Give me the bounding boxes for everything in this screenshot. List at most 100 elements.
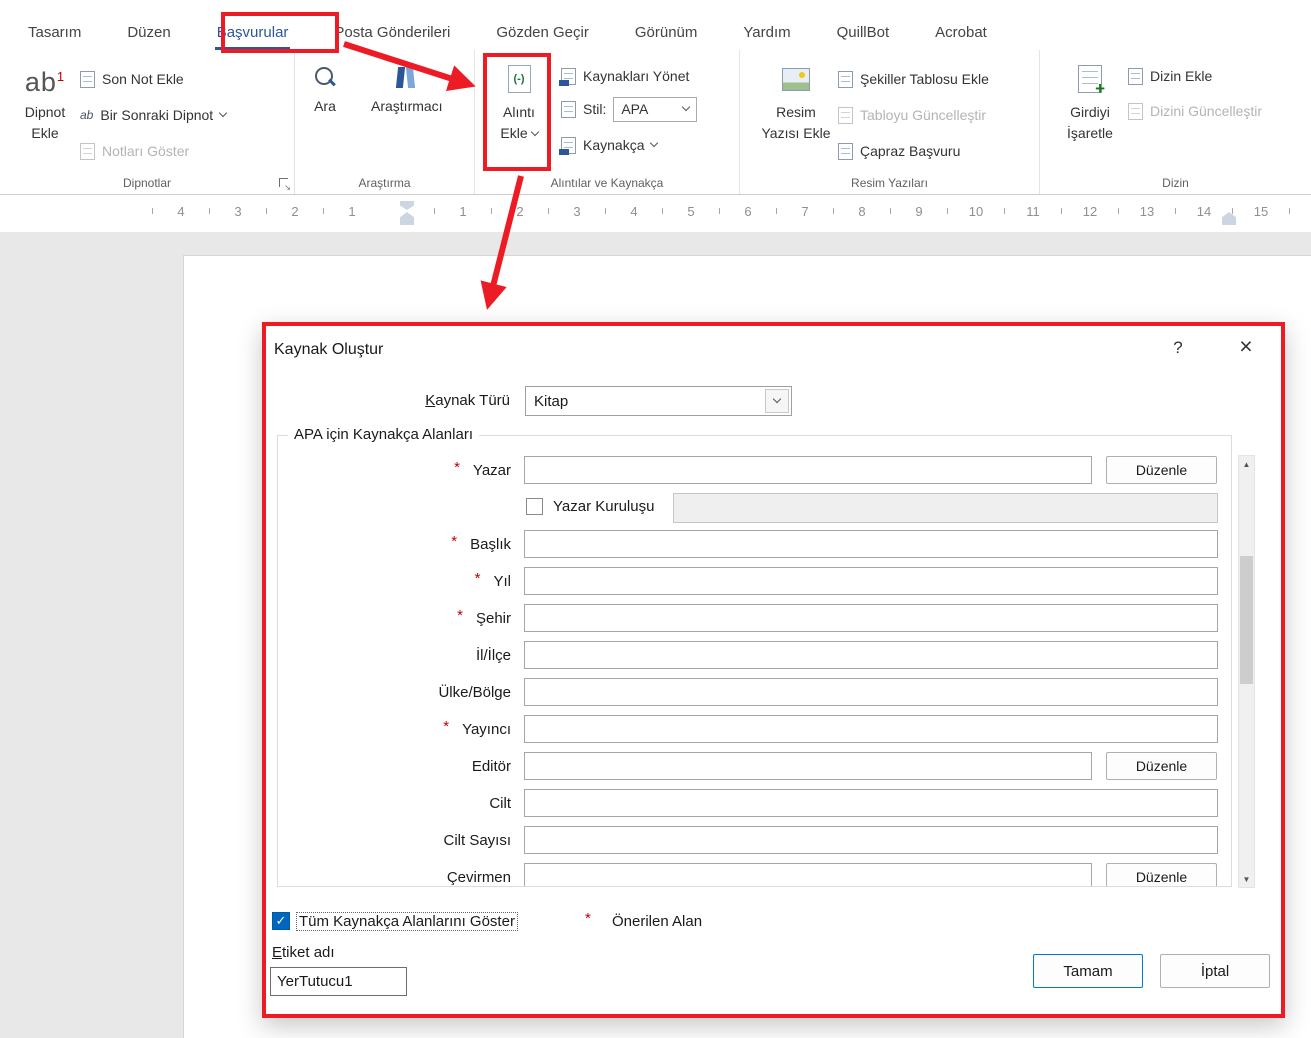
- insert-footnote-button[interactable]: ab1 Dipnot Ekle: [12, 56, 78, 144]
- bibliography-button[interactable]: Kaynakça: [561, 134, 657, 156]
- field-label: Cilt Sayısı: [278, 826, 511, 854]
- edit-button[interactable]: Düzenle: [1106, 863, 1217, 887]
- scrollbar-thumb[interactable]: [1240, 556, 1253, 684]
- mark-entry-button[interactable]: Girdiyi İşaretle: [1056, 56, 1124, 144]
- manage-sources-icon: [561, 68, 576, 85]
- show-all-fields-label[interactable]: Tüm Kaynakça Alanlarını Göster: [297, 913, 517, 930]
- style-dropdown[interactable]: APA: [613, 97, 697, 122]
- update-table-button[interactable]: Tabloyu Güncelleştir: [838, 104, 986, 126]
- insert-table-of-figures-button[interactable]: Şekiller Tablosu Ekle: [838, 68, 989, 90]
- ruler-number: 2: [516, 204, 523, 219]
- author-organization-checkbox[interactable]: [526, 498, 543, 515]
- ok-button[interactable]: Tamam: [1033, 954, 1143, 988]
- source-type-dropdown[interactable]: Kitap: [525, 386, 792, 416]
- show-all-fields-checkbox[interactable]: ✓: [272, 912, 290, 930]
- insert-index-button[interactable]: Dizin Ekle: [1128, 65, 1212, 87]
- field-row: Cilt: [278, 789, 1231, 819]
- footnote-icon: ab1: [25, 56, 65, 102]
- search-button[interactable]: Ara: [313, 66, 337, 114]
- field-input[interactable]: [524, 752, 1092, 780]
- fields-container: *YazarDüzenleYazar Kuruluşu*Başlık*Yıl*Ş…: [277, 435, 1232, 887]
- tab-gorunum[interactable]: Görünüm: [633, 11, 700, 50]
- dialog-scrollbar[interactable]: ▲ ▼: [1238, 455, 1255, 888]
- manage-sources-button[interactable]: Kaynakları Yönet: [561, 65, 689, 87]
- mark-entry-label-2: İşaretle: [1067, 123, 1113, 144]
- field-input[interactable]: [524, 530, 1218, 558]
- field-input[interactable]: [524, 604, 1218, 632]
- field-input[interactable]: [524, 863, 1092, 887]
- ruler-tick: ı: [1117, 205, 1120, 217]
- tab-yardim[interactable]: Yardım: [741, 11, 792, 50]
- close-icon[interactable]: ×: [1231, 333, 1261, 360]
- insert-citation-label-1: Alıntı: [503, 102, 535, 123]
- field-input[interactable]: [524, 567, 1218, 595]
- field-label: İl/İlçe: [278, 641, 511, 669]
- field-input[interactable]: [524, 826, 1218, 854]
- bibliography-label: Kaynakça: [583, 137, 644, 153]
- style-icon: [561, 101, 576, 118]
- field-row: *Yayıncı: [278, 715, 1231, 745]
- insert-citation-icon: (-): [508, 56, 531, 102]
- field-input[interactable]: [524, 715, 1218, 743]
- ruler-number: 12: [1083, 204, 1097, 219]
- ruler-number: 15: [1254, 204, 1268, 219]
- field-input[interactable]: [524, 789, 1218, 817]
- insert-caption-button[interactable]: Resim Yazısı Ekle: [760, 56, 832, 144]
- tab-basvurular[interactable]: Başvurular: [215, 11, 291, 50]
- tab-duzen[interactable]: Düzen: [125, 11, 172, 50]
- cross-reference-button[interactable]: Çapraz Başvuru: [838, 140, 960, 162]
- tab-quillbot[interactable]: QuillBot: [835, 11, 892, 50]
- chevron-down-icon: [219, 109, 227, 117]
- next-footnote-label: Bir Sonraki Dipnot: [100, 107, 213, 123]
- left-indent-marker[interactable]: [400, 212, 414, 225]
- field-row: *YazarDüzenle: [278, 456, 1231, 486]
- show-notes-button[interactable]: Notları Göster: [80, 140, 189, 162]
- show-notes-icon: [80, 143, 95, 160]
- ruler-number: 1: [348, 204, 355, 219]
- field-row: *Şehir: [278, 604, 1231, 634]
- field-label: Editör: [278, 752, 511, 780]
- field-row: Yazar Kuruluşu: [278, 493, 1231, 523]
- style-value: APA: [621, 101, 648, 117]
- update-index-button[interactable]: Dizini Güncelleştir: [1128, 100, 1262, 122]
- ruler-number: 6: [744, 204, 751, 219]
- ribbon-group-captions: Resim Yazısı Ekle Şekiller Tablosu Ekle …: [740, 50, 1040, 194]
- tab-tasarim[interactable]: Tasarım: [26, 11, 83, 50]
- insert-caption-icon: [782, 56, 810, 102]
- next-footnote-icon: ab: [80, 108, 93, 122]
- researcher-button[interactable]: Araştırmacı: [371, 66, 443, 114]
- scroll-up-icon[interactable]: ▲: [1239, 456, 1254, 472]
- first-line-indent-marker[interactable]: [400, 201, 414, 210]
- cross-reference-label: Çapraz Başvuru: [860, 143, 960, 159]
- ruler-number: 10: [969, 204, 983, 219]
- insert-citation-button[interactable]: (-) Alıntı Ekle: [486, 56, 552, 144]
- help-button[interactable]: ?: [1165, 338, 1191, 358]
- dialog-launcher-icon[interactable]: [279, 178, 288, 187]
- cancel-button[interactable]: İptal: [1160, 954, 1270, 988]
- update-index-label: Dizini Güncelleştir: [1150, 103, 1262, 119]
- next-footnote-button[interactable]: ab Bir Sonraki Dipnot: [80, 104, 226, 126]
- tab-posta-gonderileri[interactable]: Posta Gönderileri: [332, 11, 452, 50]
- tab-gozden-gecir[interactable]: Gözden Geçir: [494, 11, 591, 50]
- ribbon-group-citations: (-) Alıntı Ekle Kaynakları Yönet Stil: A…: [475, 50, 740, 194]
- tab-acrobat[interactable]: Acrobat: [933, 11, 989, 50]
- scroll-down-icon[interactable]: ▼: [1239, 871, 1254, 887]
- update-table-label: Tabloyu Güncelleştir: [860, 107, 986, 123]
- ruler-tick: ı: [1288, 205, 1291, 217]
- recommended-field-label: Önerilen Alan: [612, 913, 702, 930]
- chevron-down-icon[interactable]: [765, 389, 789, 413]
- ruler-tick: ı: [1003, 205, 1006, 217]
- insert-endnote-button[interactable]: Son Not Ekle: [80, 68, 184, 90]
- researcher-icon: [394, 66, 420, 90]
- field-input[interactable]: [524, 456, 1092, 484]
- edit-button[interactable]: Düzenle: [1106, 456, 1217, 484]
- field-input[interactable]: [524, 678, 1218, 706]
- edit-button[interactable]: Düzenle: [1106, 752, 1217, 780]
- field-input[interactable]: [524, 641, 1218, 669]
- insert-footnote-label-1: Dipnot: [25, 102, 65, 123]
- field-row: *Yıl: [278, 567, 1231, 597]
- ruler-tick: ı: [604, 205, 607, 217]
- ruler-tick: ı: [661, 205, 664, 217]
- tag-name-input[interactable]: YerTutucu1: [270, 967, 407, 996]
- field-label-text: Şehir: [476, 610, 511, 627]
